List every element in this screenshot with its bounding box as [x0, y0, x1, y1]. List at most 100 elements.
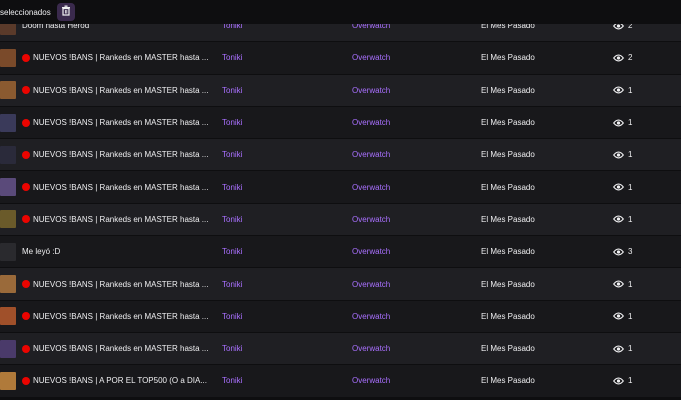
creator-link[interactable]: Toniki [222, 247, 242, 256]
video-thumbnail[interactable] [0, 145, 16, 164]
live-indicator-icon [22, 312, 30, 321]
category-link[interactable]: Overwatch [352, 247, 390, 256]
view-count: 1 [613, 183, 632, 192]
eye-icon [613, 151, 624, 159]
table-row[interactable]: NUEVOS !BANS | Rankeds en MASTER hasta .… [0, 139, 681, 172]
date-label: El Mes Pasado [481, 150, 535, 160]
view-count: 1 [613, 312, 632, 321]
view-count-text: 1 [628, 311, 633, 321]
video-title[interactable]: NUEVOS !BANS | Rankeds en MASTER hasta .… [22, 53, 208, 62]
category-link[interactable]: Overwatch [352, 312, 390, 321]
category-link[interactable]: Overwatch [352, 183, 390, 192]
creator-link[interactable]: Toniki [222, 215, 242, 224]
category-link[interactable]: Overwatch [352, 86, 390, 95]
date-label: El Mes Pasado [481, 279, 535, 289]
creator-link[interactable]: Toniki [222, 118, 242, 127]
video-thumbnail[interactable] [0, 113, 16, 132]
view-count-text: 1 [628, 279, 633, 289]
selection-toolbar: seleccionados [0, 0, 681, 24]
view-count-text: 1 [628, 376, 633, 386]
video-thumbnail[interactable] [0, 242, 16, 261]
view-count-text: 1 [628, 85, 633, 95]
table-row[interactable]: NUEVOS !BANS | Rankeds en MASTER hasta .… [0, 42, 681, 75]
view-count-text: 1 [628, 118, 633, 128]
video-thumbnail[interactable] [0, 210, 16, 229]
video-title-text: NUEVOS !BANS | Rankeds en MASTER hasta .… [33, 182, 209, 192]
table-row[interactable]: NUEVOS !BANS | Rankeds en MASTER hasta .… [0, 106, 681, 140]
video-title-text: NUEVOS !BANS | A POR EL TOP500 (O a DIA.… [33, 376, 207, 386]
video-title[interactable]: NUEVOS !BANS | Rankeds en MASTER hasta .… [22, 150, 208, 159]
creator-link[interactable]: Toniki [222, 53, 242, 62]
view-count: 3 [613, 247, 632, 256]
video-thumbnail[interactable] [0, 275, 16, 294]
table-row[interactable]: NUEVOS !BANS | Rankeds en MASTER hasta .… [0, 332, 681, 366]
video-title[interactable]: NUEVOS !BANS | Rankeds en MASTER hasta .… [22, 183, 208, 192]
eye-icon [613, 312, 624, 320]
video-list: Doom hasta Herod Toniki Overwatch El Mes Pa… [0, 10, 681, 398]
video-title-text: NUEVOS !BANS | Rankeds en MASTER hasta .… [33, 118, 209, 128]
eye-icon [613, 280, 624, 288]
live-indicator-icon [22, 183, 30, 192]
category-link[interactable]: Overwatch [352, 150, 390, 159]
category-link[interactable]: Overwatch [352, 376, 390, 385]
creator-link[interactable]: Toniki [222, 312, 242, 321]
creator-link[interactable]: Toniki [222, 150, 242, 159]
eye-icon [613, 248, 624, 256]
date-label: El Mes Pasado [481, 85, 535, 95]
live-indicator-icon [22, 344, 30, 353]
creator-link[interactable]: Toniki [222, 280, 242, 289]
table-row[interactable]: NUEVOS !BANS | Rankeds en MASTER hasta .… [0, 268, 681, 301]
category-link[interactable]: Overwatch [352, 118, 390, 127]
eye-icon [613, 377, 624, 385]
category-link[interactable]: Overwatch [352, 215, 390, 224]
video-title-text: NUEVOS !BANS | Rankeds en MASTER hasta .… [33, 53, 209, 63]
video-thumbnail[interactable] [0, 339, 16, 358]
table-row[interactable]: NUEVOS !BANS | Rankeds en MASTER hasta .… [0, 171, 681, 204]
video-title-text: NUEVOS !BANS | Rankeds en MASTER hasta .… [33, 85, 209, 95]
table-row[interactable]: NUEVOS !BANS | Rankeds en MASTER hasta .… [0, 74, 681, 107]
live-indicator-icon [22, 280, 30, 289]
video-title[interactable]: NUEVOS !BANS | Rankeds en MASTER hasta .… [22, 312, 208, 321]
video-thumbnail[interactable] [0, 81, 16, 100]
table-row[interactable]: Me leyó :D Toniki Overwatch El Mes Pasado 3 [0, 236, 681, 269]
video-title[interactable]: NUEVOS !BANS | Rankeds en MASTER hasta .… [22, 280, 208, 289]
view-count-text: 1 [628, 214, 633, 224]
video-title[interactable]: NUEVOS !BANS | Rankeds en MASTER hasta .… [22, 118, 208, 127]
video-title[interactable]: NUEVOS !BANS | Rankeds en MASTER hasta .… [22, 344, 208, 353]
video-manager-page: Doom hasta Herod Toniki Overwatch El Mes Pa… [0, 0, 681, 400]
video-title-text: NUEVOS !BANS | Rankeds en MASTER hasta .… [33, 279, 209, 289]
date-label: El Mes Pasado [481, 182, 535, 192]
category-link[interactable]: Overwatch [352, 53, 390, 62]
view-count-text: 2 [628, 53, 633, 63]
table-row[interactable]: NUEVOS !BANS | A POR EL TOP500 (O a DIA.… [0, 365, 681, 398]
video-thumbnail[interactable] [0, 371, 16, 390]
eye-icon [613, 215, 624, 223]
selected-count-label: seleccionados [0, 7, 51, 17]
creator-link[interactable]: Toniki [222, 86, 242, 95]
video-thumbnail[interactable] [0, 178, 16, 197]
table-row[interactable]: NUEVOS !BANS | Rankeds en MASTER hasta .… [0, 300, 681, 333]
category-link[interactable]: Overwatch [352, 280, 390, 289]
view-count: 1 [613, 344, 632, 353]
view-count: 1 [613, 150, 632, 159]
table-row[interactable]: NUEVOS !BANS | Rankeds en MASTER hasta .… [0, 203, 681, 237]
eye-icon [613, 119, 624, 127]
delete-selected-button[interactable] [56, 3, 75, 21]
trash-icon [61, 3, 71, 21]
video-title-text: NUEVOS !BANS | Rankeds en MASTER hasta .… [33, 344, 209, 354]
video-title[interactable]: NUEVOS !BANS | Rankeds en MASTER hasta .… [22, 86, 208, 95]
date-label: El Mes Pasado [481, 118, 535, 128]
video-title[interactable]: NUEVOS !BANS | A POR EL TOP500 (O a DIA.… [22, 376, 207, 385]
video-thumbnail[interactable] [0, 307, 16, 326]
category-link[interactable]: Overwatch [352, 344, 390, 353]
view-count-text: 3 [628, 247, 633, 257]
video-title[interactable]: Me leyó :D [22, 247, 60, 256]
creator-link[interactable]: Toniki [222, 376, 242, 385]
view-count: 1 [613, 280, 632, 289]
creator-link[interactable]: Toniki [222, 183, 242, 192]
video-title-text: Me leyó :D [22, 247, 61, 257]
video-thumbnail[interactable] [0, 48, 16, 67]
view-count: 1 [613, 118, 632, 127]
creator-link[interactable]: Toniki [222, 344, 242, 353]
video-title[interactable]: NUEVOS !BANS | Rankeds en MASTER hasta .… [22, 215, 208, 224]
